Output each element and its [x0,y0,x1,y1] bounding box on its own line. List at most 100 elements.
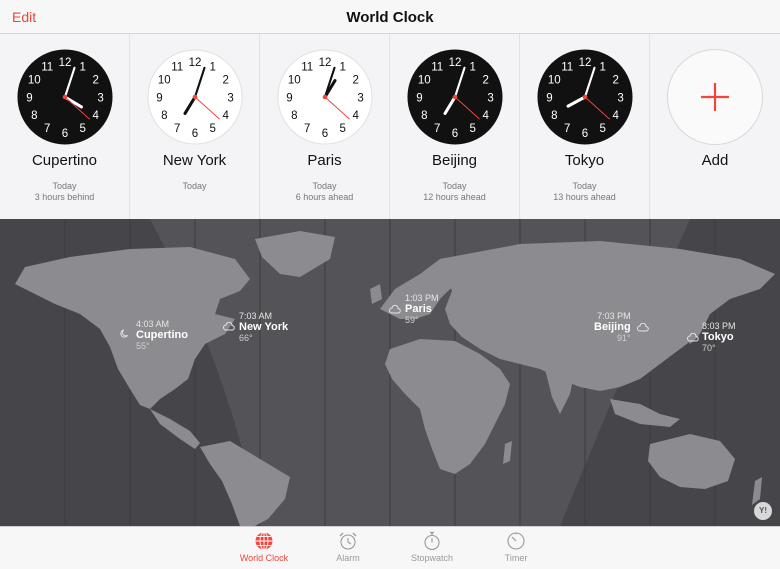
clock-number: 10 [28,75,41,87]
map-location-city: Beijing [594,321,631,333]
city-card-new-york[interactable]: 12 1 2 3 4 5 6 7 8 9 10 11 New York Today [130,34,260,219]
map-location-city: Paris [405,303,432,315]
tab-bar: World Clock Alarm Stopwatch Timer [0,526,780,569]
nav-bar: Edit World Clock [0,0,780,34]
clock-pivot [582,94,588,100]
world-map-graphic [0,219,780,526]
city-card-beijing[interactable]: 12 1 2 3 4 5 6 7 8 9 10 11 Beijing Today 12 hours a… [390,34,520,219]
clock-number: 8 [421,110,427,122]
timer-icon [507,532,525,550]
alarm-icon [339,532,357,550]
tab-timer[interactable]: Timer [476,531,556,563]
clock-number: 7 [304,123,310,135]
city-name: Cupertino [31,152,98,169]
clock-number: 10 [548,75,561,87]
tab-label: Timer [504,553,528,563]
tab-world-clock[interactable]: World Clock [224,531,304,563]
clock-number: 5 [80,123,86,135]
yahoo-logo: Y! [754,502,772,520]
city-name: Paris [307,152,342,169]
city-day: Today [442,181,467,191]
city-name: Beijing [431,152,478,169]
map-location-temp: 59° [405,315,419,325]
clock-pivot [322,94,328,100]
cloud-icon [389,305,401,314]
add-city-button[interactable]: Add [650,34,780,219]
tab-label: World Clock [239,553,289,563]
clock-number: 9 [546,92,552,104]
tab-stopwatch[interactable]: Stopwatch [392,531,472,563]
clock-number: 2 [353,75,359,87]
clock-number: 2 [483,75,489,87]
clock-number: 3 [487,92,493,104]
clock-number: 7 [174,123,180,135]
clock-number: 11 [41,62,53,74]
clock-number: 4 [93,110,100,122]
cloud-icon [687,333,699,342]
map-location-temp: 66° [239,333,253,343]
city-card-paris[interactable]: 12 1 2 3 4 5 6 7 8 9 10 11 Paris Today 6 hours ahea… [260,34,390,219]
city-day: Today [312,181,337,191]
clock-number: 10 [158,75,171,87]
city-card-cupertino[interactable]: 12 1 2 3 4 5 6 7 8 9 10 11 Cupertino Today 3 hours … [0,34,130,219]
city-day: Today [182,181,207,191]
moon-icon [120,329,128,338]
clock-number: 12 [59,57,72,69]
map-location-cupertino[interactable]: 4:03 AM Cupertino 55° [136,319,188,352]
clock-pivot [452,94,458,100]
clock-number: 3 [357,92,363,104]
clock-number: 10 [418,75,431,87]
map-location-city: Cupertino [136,329,188,341]
city-name: New York [162,152,227,169]
clock-number: 2 [93,75,99,87]
map-location-temp: 70° [702,343,716,353]
city-time-difference: 13 hours ahead [553,192,616,202]
clock-number: 11 [561,62,573,74]
map-location-new-york[interactable]: 7:03 AM New York 66° [239,311,288,344]
clock-face: 12 12 3 45678 9 1011 [147,49,243,145]
clock-number: 6 [452,128,458,140]
clock-number: 5 [470,123,476,135]
cloud-icon [223,322,235,331]
tab-alarm[interactable]: Alarm [308,531,388,563]
clock-number: 9 [156,92,162,104]
clock-number: 6 [322,128,328,140]
clock-number: 6 [192,128,198,140]
stopwatch-icon [424,531,440,551]
clock-number: 10 [288,75,301,87]
clock-number: 4 [483,110,490,122]
clock-face: 12 12 3 45678 9 1011 [17,49,113,145]
clock-number: 11 [301,62,313,74]
clock-number: 4 [353,110,360,122]
tab-label: Stopwatch [410,553,454,563]
clock-number: 9 [26,92,32,104]
city-time-difference: 6 hours ahead [295,192,354,202]
clock-number: 11 [431,62,443,74]
clock-number: 7 [434,123,440,135]
globe-icon [255,532,273,550]
clock-number: 5 [210,123,216,135]
clock-number: 3 [227,92,233,104]
clock-face: 12 12 3 45678 9 1011 [407,49,503,145]
clock-number: 12 [579,57,592,69]
city-card-tokyo[interactable]: 12 1 2 3 4 5 6 7 8 9 10 11 Tokyo Today 13 hours ahe… [520,34,650,219]
map-location-city: New York [239,321,289,333]
clock-number: 1 [600,62,606,74]
clock-number: 1 [340,62,346,74]
clock-pivot [62,94,68,100]
map-location-paris[interactable]: 1:03 PM Paris 59° [405,293,439,326]
clock-number: 1 [470,62,476,74]
city-day: Today [572,181,597,191]
clock-number: 2 [223,75,229,87]
clock-number: 8 [161,110,167,122]
map-location-beijing[interactable]: 7:03 PM Beijing 91° [594,311,631,344]
map-location-tokyo[interactable]: 8:03 PM Tokyo 70° [702,321,736,354]
clock-number: 12 [189,57,202,69]
cloud-icon [637,323,649,332]
clock-number: 1 [80,62,86,74]
map-location-temp: 91° [617,333,631,343]
add-circle[interactable] [667,49,763,145]
clock-number: 2 [613,75,619,87]
world-map: 4:03 AM Cupertino 55° 7:03 AM New York 6… [0,219,780,526]
clock-strip: 12 1 2 3 4 5 6 7 8 9 10 11 Cupertino Today 3 hours … [0,34,780,219]
